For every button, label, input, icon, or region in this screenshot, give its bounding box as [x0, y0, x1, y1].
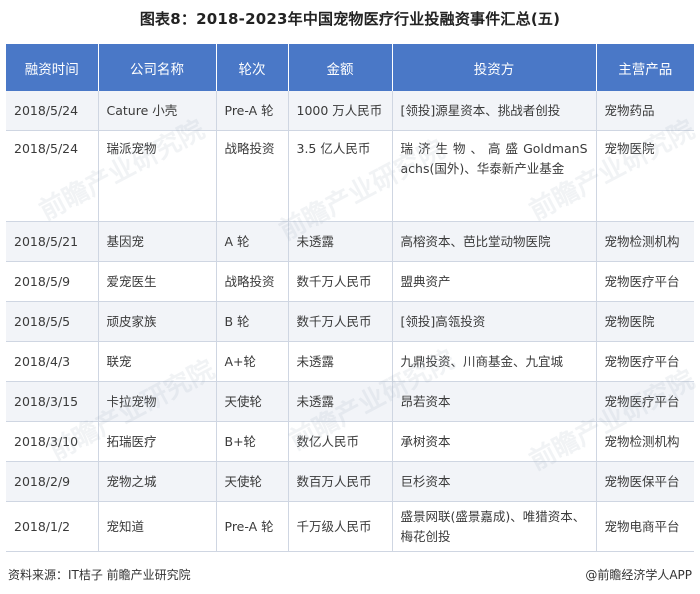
cell-round: 战略投资: [216, 261, 289, 302]
cell-date: 2018/3/10: [6, 421, 99, 462]
cell-product: 宠物药品: [596, 91, 694, 131]
page-title: 图表8：2018-2023年中国宠物医疗行业投融资事件汇总(五): [139, 10, 561, 28]
cell-round: A+轮: [216, 341, 289, 382]
table-row: 2018/5/9 爱宠医生 战略投资 数千万人民币 盟典资产 宠物医疗平台: [6, 261, 694, 302]
cell-investors: 盟典资产: [392, 261, 597, 302]
header-round: 轮次: [216, 44, 289, 91]
cell-date: 2018/5/24: [6, 91, 99, 131]
source-note: 资料来源：IT桔子 前瞻产业研究院: [8, 568, 191, 582]
cell-amount: 千万级人民币: [288, 501, 393, 552]
cell-round: 天使轮: [216, 381, 289, 422]
cell-date: 2018/5/21: [6, 221, 99, 262]
cell-company: 宠物之城: [98, 461, 217, 502]
table-row: 2018/5/24 瑞派宠物 战略投资 3.5 亿人民币 瑞 济 生 物 、 高…: [6, 130, 694, 222]
cell-product: 宠物医保平台: [596, 461, 694, 502]
cell-amount: 1000 万人民币: [288, 91, 393, 131]
header-amount: 金额: [288, 44, 393, 91]
cell-amount: 数百万人民币: [288, 461, 393, 502]
brand-note: @前瞻经济学人APP: [585, 568, 692, 582]
table-row: 2018/5/24 Cature 小壳 Pre-A 轮 1000 万人民币 [领…: [6, 91, 694, 131]
cell-company: 瑞派宠物: [98, 130, 217, 222]
cell-product: 宠物医院: [596, 130, 694, 222]
header-product: 主营产品: [596, 44, 694, 91]
cell-company: Cature 小壳: [98, 91, 217, 131]
cell-product: 宠物医疗平台: [596, 261, 694, 302]
cell-company: 卡拉宠物: [98, 381, 217, 422]
cell-amount: 未透露: [288, 221, 393, 262]
cell-company: 联宠: [98, 341, 217, 382]
cell-product: 宠物电商平台: [596, 501, 694, 552]
cell-date: 2018/1/2: [6, 501, 99, 552]
cell-amount: 数千万人民币: [288, 261, 393, 302]
header-investors: 投资方: [392, 44, 597, 91]
cell-company: 顽皮家族: [98, 301, 217, 342]
cell-round: Pre-A 轮: [216, 91, 289, 131]
table-row: 2018/1/2 宠知道 Pre-A 轮 千万级人民币 盛景网联(盛景嘉成)、唯…: [6, 501, 694, 552]
cell-investors: 瑞 济 生 物 、 高 盛 GoldmanSachs(国外)、华泰新产业基金: [392, 130, 597, 222]
cell-round: 战略投资: [216, 130, 289, 222]
table-row: 2018/4/3 联宠 A+轮 未透露 九鼎投资、川商基金、九宜城 宠物医疗平台: [6, 341, 694, 382]
cell-amount: 3.5 亿人民币: [288, 130, 393, 222]
cell-round: B+轮: [216, 421, 289, 462]
cell-round: 天使轮: [216, 461, 289, 502]
cell-amount: 数亿人民币: [288, 421, 393, 462]
table-row: 2018/3/15 卡拉宠物 天使轮 未透露 昂若资本 宠物医疗平台: [6, 381, 694, 422]
cell-product: 宠物医疗平台: [596, 381, 694, 422]
cell-product: 宠物医院: [596, 301, 694, 342]
cell-company: 爱宠医生: [98, 261, 217, 302]
cell-amount: 数千万人民币: [288, 301, 393, 342]
cell-investors: 巨杉资本: [392, 461, 597, 502]
table-header-row: 融资时间 公司名称 轮次 金额 投资方 主营产品: [6, 44, 694, 91]
cell-product: 宠物医疗平台: [596, 341, 694, 382]
cell-round: B 轮: [216, 301, 289, 342]
cell-round: A 轮: [216, 221, 289, 262]
cell-amount: 未透露: [288, 341, 393, 382]
cell-investors: 高榕资本、芭比堂动物医院: [392, 221, 597, 262]
cell-date: 2018/5/9: [6, 261, 99, 302]
cell-company: 基因宠: [98, 221, 217, 262]
cell-investors: [领投]源星资本、挑战者创投: [392, 91, 597, 131]
cell-date: 2018/5/5: [6, 301, 99, 342]
cell-amount: 未透露: [288, 381, 393, 422]
cell-company: 拓瑞医疗: [98, 421, 217, 462]
table-row: 2018/2/9 宠物之城 天使轮 数百万人民币 巨杉资本 宠物医保平台: [6, 461, 694, 502]
cell-date: 2018/5/24: [6, 130, 99, 222]
cell-round: Pre-A 轮: [216, 501, 289, 552]
table-row: 2018/5/5 顽皮家族 B 轮 数千万人民币 [领投]高瓴投资 宠物医院: [6, 301, 694, 342]
table-row: 2018/3/10 拓瑞医疗 B+轮 数亿人民币 承树资本 宠物检测机构: [6, 421, 694, 462]
cell-investors: 承树资本: [392, 421, 597, 462]
financing-table: 融资时间 公司名称 轮次 金额 投资方 主营产品 2018/5/24 Catur…: [6, 44, 694, 552]
cell-date: 2018/3/15: [6, 381, 99, 422]
header-date: 融资时间: [6, 44, 99, 91]
cell-investors: 九鼎投资、川商基金、九宜城: [392, 341, 597, 382]
header-company: 公司名称: [98, 44, 217, 91]
cell-date: 2018/4/3: [6, 341, 99, 382]
table-row: 2018/5/21 基因宠 A 轮 未透露 高榕资本、芭比堂动物医院 宠物检测机…: [6, 221, 694, 262]
cell-product: 宠物检测机构: [596, 221, 694, 262]
cell-product: 宠物检测机构: [596, 421, 694, 462]
cell-investors: 盛景网联(盛景嘉成)、唯猎资本、梅花创投: [392, 501, 597, 552]
cell-investors: [领投]高瓴投资: [392, 301, 597, 342]
cell-investors: 昂若资本: [392, 381, 597, 422]
cell-date: 2018/2/9: [6, 461, 99, 502]
cell-company: 宠知道: [98, 501, 217, 552]
